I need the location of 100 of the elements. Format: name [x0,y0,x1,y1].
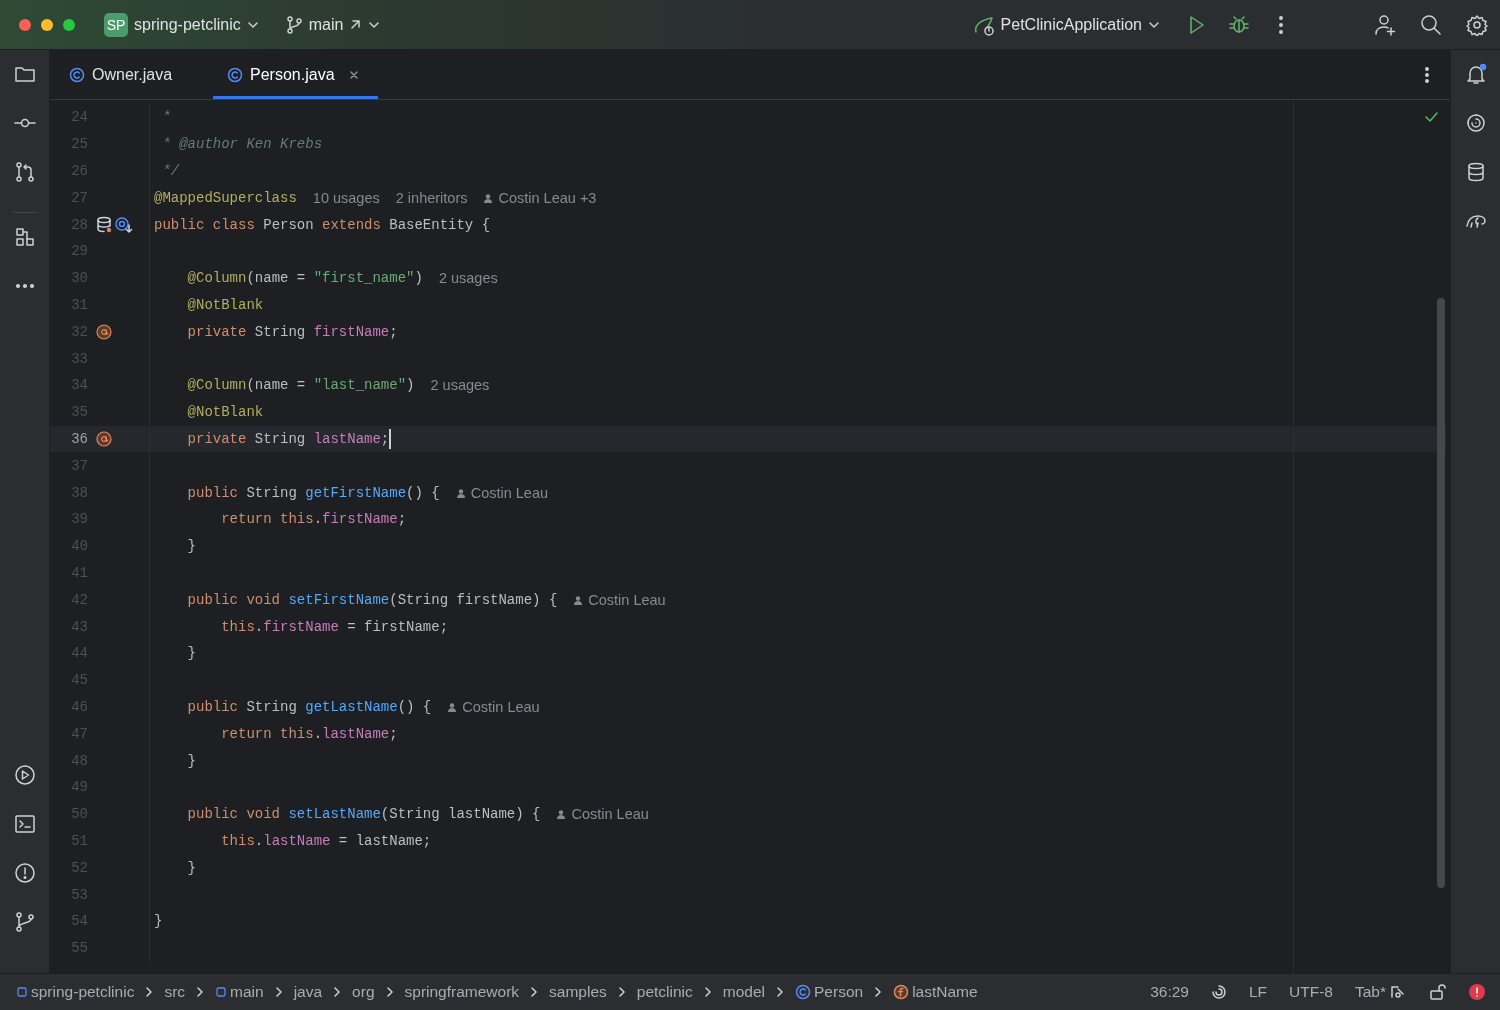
code-line: public String getFirstName() { [186,484,440,501]
code-line: @NotBlank [186,404,264,421]
usages-hint[interactable]: 10 usages [312,189,380,206]
code-line: @Column(name = "first_name") [186,270,423,287]
notifications-icon[interactable] [1464,63,1487,85]
person-icon [447,701,458,712]
breadcrumb[interactable]: model [722,983,765,1001]
module-icon [16,986,28,998]
code-line: public void setLastName(String lastName) { [186,806,541,823]
code-line: this.firstName = firstName; [220,618,449,635]
field-marker-icon[interactable] [96,323,112,340]
editor-tab[interactable]: Person.java [213,50,378,99]
code-line: public void setFirstName(String firstName) { [186,591,558,608]
breadcrumb[interactable]: main [215,983,264,1001]
code-line: } [186,645,196,662]
author-hint[interactable]: Costin Leau [447,698,540,715]
author-hint[interactable]: Costin Leau [573,591,666,608]
class-icon [69,66,85,83]
code-line: private String lastName; [186,430,390,447]
debug-button[interactable] [1228,13,1250,36]
services-icon[interactable] [13,764,36,786]
field-marker-icon[interactable] [96,430,112,447]
ai-assistant-icon[interactable] [1464,112,1487,134]
usages-hint[interactable]: 2 usages [438,270,498,287]
minimize-window-button[interactable] [40,17,54,32]
add-user-icon[interactable] [1374,13,1396,36]
code-line: @MappedSuperclass [154,189,297,206]
code-line: return this.firstName; [220,511,407,528]
zoom-window-button[interactable] [62,17,76,32]
breadcrumb[interactable]: lastName [893,983,978,1001]
editor-tab[interactable]: Owner.java [64,50,186,99]
error-icon[interactable] [1468,983,1486,1001]
chevron-right-icon [616,986,627,998]
code-line: * [161,109,171,126]
git-icon[interactable] [13,911,36,933]
code-line: public String getLastName() { [186,698,432,715]
code-line: @Column(name = "last_name") [186,377,415,394]
code-line: public class Person extends BaseEntity { [154,216,491,233]
lock-icon[interactable] [1428,983,1446,1001]
class-icon [227,66,244,83]
breadcrumb[interactable]: samples [549,983,607,1001]
author-hint[interactable]: Costin Leau [455,484,549,501]
branch-icon [284,14,303,35]
chevron-right-icon [144,986,155,998]
breadcrumb[interactable]: Person [795,983,864,1001]
usages-hint[interactable]: 2 usages [430,377,490,394]
author-hint[interactable]: Costin Leau [556,806,649,823]
indent-setting[interactable]: Tab* [1354,983,1406,1001]
close-tab-icon[interactable] [347,68,360,81]
outgoing-arrow-icon [349,18,363,31]
terminal-icon[interactable] [13,813,36,835]
code-line: @NotBlank [186,296,264,313]
code-line: } [186,859,196,876]
search-icon[interactable] [1420,13,1442,36]
branch-name: main [308,15,344,34]
code-line: private String firstName; [186,323,398,340]
problems-icon[interactable] [13,862,36,884]
line-separator[interactable]: LF [1248,983,1268,1001]
chevron-right-icon [273,986,284,998]
close-window-button[interactable] [18,17,32,32]
ai-status-icon[interactable] [1210,984,1227,1000]
chevron-right-icon [873,986,884,998]
code-line: this.lastName = lastName; [220,832,432,849]
usages-hint[interactable]: 2 inheritors [395,189,468,206]
project-widget[interactable]: SP spring-petclinic [98,8,265,41]
person-icon [556,809,567,820]
breadcrumb[interactable]: src [164,983,186,1001]
code-line: */ [161,163,180,179]
class-icon [795,984,811,1000]
vertical-scrollbar[interactable] [1437,298,1445,888]
breadcrumb[interactable]: spring-petclinic [16,983,135,1001]
line-number: 36 [70,430,88,447]
code-line: } [154,913,163,930]
more-options-icon[interactable] [1278,14,1284,35]
breadcrumb[interactable]: java [293,983,323,1001]
implemented-icon[interactable] [115,216,133,234]
module-icon [215,986,228,998]
chevron-right-icon [384,986,395,998]
breadcrumb[interactable]: springframework [404,983,520,1001]
breadcrumb[interactable]: org [352,983,375,1001]
tab-options-icon[interactable] [1424,65,1430,84]
project-badge: SP [104,12,128,37]
structure-icon[interactable] [13,226,36,248]
file-encoding[interactable]: UTF-8 [1289,983,1333,1001]
branch-widget[interactable]: main [278,10,387,39]
chevron-right-icon [529,986,540,998]
chevron-right-icon [332,986,343,998]
author-hint[interactable]: Costin Leau +3 [483,189,597,206]
code-line: * @author Ken Krebs [161,136,323,153]
no-problems-check-icon[interactable] [1424,110,1440,124]
breadcrumb[interactable]: petclinic [636,983,693,1001]
caret-position[interactable]: 36:29 [1150,983,1189,1001]
project-name: spring-petclinic [134,15,241,34]
chevron-right-icon [775,986,785,998]
database-icon[interactable] [96,216,113,234]
code-line: } [186,538,196,555]
run-configuration-widget[interactable]: PetClinicApplication [966,9,1166,40]
pull-requests-icon[interactable] [13,161,36,183]
chevron-right-icon [702,986,713,998]
person-icon [455,487,466,498]
